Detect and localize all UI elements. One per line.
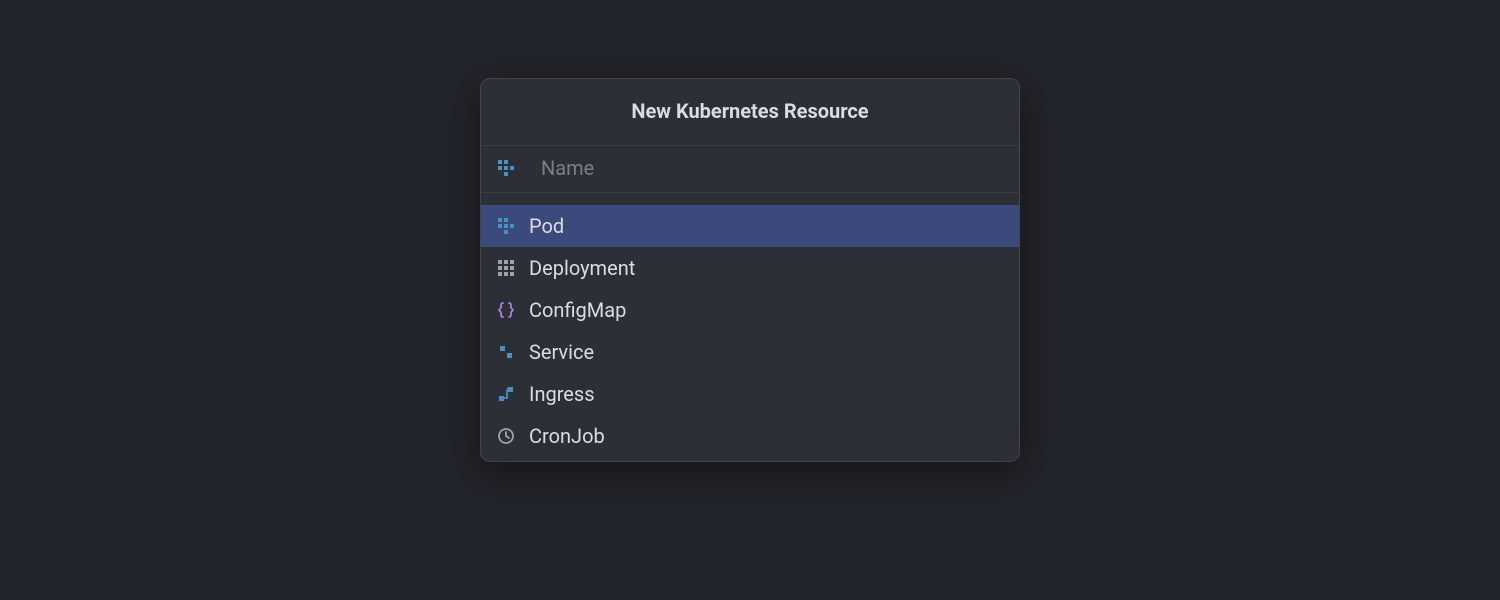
name-input[interactable] [541,156,1005,180]
cronjob-icon [495,425,517,447]
resource-item-label: CronJob [529,424,605,448]
name-icon [495,157,517,179]
service-icon [495,341,517,363]
resource-item-label: Ingress [529,382,595,406]
resource-item-label: Service [529,340,594,364]
dialog-title: New Kubernetes Resource [481,99,1019,123]
resource-item-label: Pod [529,214,564,238]
resource-item-service[interactable]: Service [481,331,1019,373]
configmap-icon [495,299,517,321]
resource-item-label: Deployment [529,256,635,280]
resource-item-configmap[interactable]: ConfigMap [481,289,1019,331]
ingress-icon [495,383,517,405]
resource-item-ingress[interactable]: Ingress [481,373,1019,415]
resource-list: Pod Deployme [481,193,1019,461]
deployment-icon [495,257,517,279]
resource-item-deployment[interactable]: Deployment [481,247,1019,289]
resource-item-label: ConfigMap [529,298,626,322]
resource-item-cronjob[interactable]: CronJob [481,415,1019,457]
pod-icon [495,215,517,237]
dialog-header: New Kubernetes Resource [481,79,1019,146]
new-kubernetes-resource-dialog: New Kubernetes Resource [480,78,1020,462]
resource-item-pod[interactable]: Pod [481,205,1019,247]
name-row [481,146,1019,193]
